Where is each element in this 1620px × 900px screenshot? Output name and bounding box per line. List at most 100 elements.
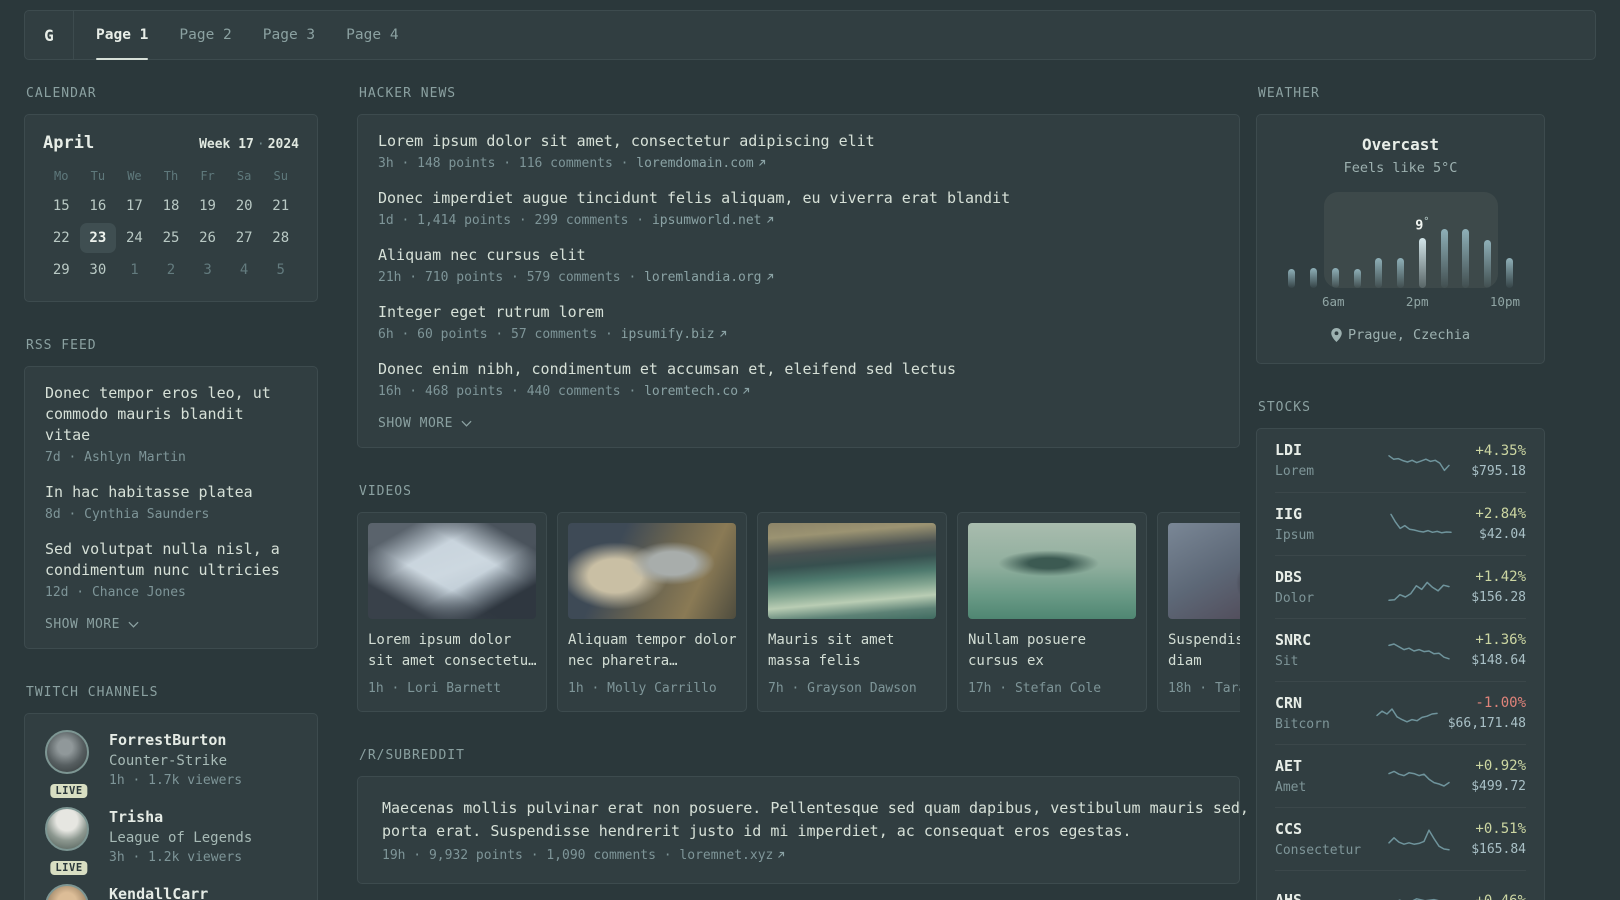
stocks-card: LDI Lorem +4.35% $795.18 IIG Ipsum +2.84% $42.0… bbox=[1256, 428, 1545, 900]
rss-item-title[interactable]: Donec tempor eros leo, ut commodo mauris … bbox=[45, 383, 297, 446]
weather-axis-label: 6am bbox=[1321, 294, 1345, 309]
stock-row-crn[interactable]: CRN Bitcorn -1.00% $66,171.48 bbox=[1275, 681, 1526, 744]
weather-bar-column: 9° bbox=[1411, 192, 1433, 288]
rss-item[interactable]: In hac habitasse platea 8d · Cynthia Saun… bbox=[45, 482, 297, 523]
calendar-day: 16 bbox=[89, 198, 107, 214]
subreddit-post-line: Maecenas mollis pulvinar erat non posuer… bbox=[382, 799, 1249, 817]
stock-row-aet[interactable]: AET Amet +0.92% $499.72 bbox=[1275, 744, 1526, 807]
twitch-channel-row[interactable]: LIVE ForrestBurton Counter-Strike 1h · 1.7k… bbox=[45, 730, 297, 798]
twitch-channel-name[interactable]: ForrestBurton bbox=[109, 730, 242, 751]
app-logo[interactable]: G bbox=[25, 11, 73, 59]
hackernews-item-title[interactable]: Aliquam nec cursus elit bbox=[378, 245, 1219, 266]
rss-item[interactable]: Sed volutpat nulla nisl, a condimentum nu… bbox=[45, 539, 297, 601]
hackernews-item[interactable]: Integer eget rutrum lorem 6h · 60 points … bbox=[378, 302, 1219, 343]
rss-item[interactable]: Donec tempor eros leo, ut commodo mauris … bbox=[45, 383, 297, 466]
video-title[interactable]: Suspendisse diam bbox=[1168, 630, 1240, 672]
twitch-channel-row[interactable]: LIVE KendallCarr bbox=[45, 884, 297, 900]
external-link-icon bbox=[776, 850, 786, 860]
calendar-day: 21 bbox=[272, 198, 290, 214]
video-title[interactable]: Lorem ipsum dolor sit amet consectetu… bbox=[368, 630, 537, 672]
rss-section-title: RSS FEED bbox=[26, 338, 97, 353]
twitch-channel-game: Counter-Strike bbox=[109, 753, 228, 769]
rss-item-title-line: commodo mauris blandit vitae bbox=[45, 405, 244, 444]
rss-item-title[interactable]: Sed volutpat nulla nisl, a condimentum nu… bbox=[45, 539, 297, 581]
hackernews-item-link[interactable]: loremdomain.com bbox=[636, 156, 753, 171]
hackernews-item-title[interactable]: Lorem ipsum dolor sit amet, consectetur … bbox=[378, 131, 1219, 152]
subreddit-section-title: /R/SUBREDDIT bbox=[359, 748, 465, 763]
video-card[interactable]: Nullam posuere cursus ex 17h · Stefan Cole bbox=[957, 512, 1147, 712]
rss-show-more-label: SHOW MORE bbox=[45, 617, 120, 632]
stock-values: -1.00% $66,171.48 bbox=[1448, 694, 1526, 732]
twitch-channel-info: KendallCarr bbox=[109, 884, 208, 900]
video-title[interactable]: Mauris sit amet massa felis bbox=[768, 630, 936, 672]
video-thumbnail[interactable] bbox=[768, 523, 936, 619]
stock-price: $42.04 bbox=[1479, 527, 1526, 542]
weather-bar-column bbox=[1303, 192, 1325, 288]
twitch-channel-meta: 1h · 1.7k viewers bbox=[109, 773, 243, 788]
stock-row-snrc[interactable]: SNRC Sit +1.36% $148.64 bbox=[1275, 618, 1526, 681]
external-link-icon bbox=[718, 329, 728, 339]
nav-tab-page-4[interactable]: Page 4 bbox=[346, 11, 398, 59]
hackernews-item-link[interactable]: ipsumify.biz bbox=[621, 327, 715, 342]
stock-row-ccs[interactable]: CCS Consectetur +0.51% $165.84 bbox=[1275, 807, 1526, 870]
nav-tab-page-1[interactable]: Page 1 bbox=[96, 11, 149, 60]
twitch-channel-name[interactable]: Trisha bbox=[109, 807, 252, 828]
stock-sparkline bbox=[1367, 885, 1475, 900]
calendar-day: 29 bbox=[52, 262, 70, 278]
hackernews-item[interactable]: Aliquam nec cursus elit 21h · 710 points … bbox=[378, 245, 1219, 286]
weather-bar bbox=[1418, 238, 1426, 288]
subreddit-post-title[interactable]: Maecenas mollis pulvinar erat non posuer… bbox=[382, 797, 1249, 843]
calendar-section: CALENDAR April Week 17 · 2024 Mo Tu We Th Fr Sa… bbox=[24, 86, 318, 302]
calendar-day: 4 bbox=[239, 262, 249, 278]
stock-row-dbs[interactable]: DBS Dolor +1.42% $156.28 bbox=[1275, 555, 1526, 618]
rss-item-title[interactable]: In hac habitasse platea bbox=[45, 482, 297, 503]
stock-row-iig[interactable]: IIG Ipsum +2.84% $42.04 bbox=[1275, 492, 1526, 555]
video-thumbnail[interactable] bbox=[368, 523, 536, 619]
hackernews-item-title[interactable]: Integer eget rutrum lorem bbox=[378, 302, 1219, 323]
calendar-year: 2024 bbox=[267, 137, 299, 152]
video-card[interactable]: Aliquam tempor dolor nec pharetra… 1h · Mo… bbox=[557, 512, 747, 712]
video-card[interactable]: Mauris sit amet massa felis 7h · Grayson D… bbox=[757, 512, 947, 712]
nav-tab-page-3[interactable]: Page 3 bbox=[263, 11, 315, 59]
hackernews-item-title[interactable]: Donec imperdiet augue tincidunt felis al… bbox=[378, 188, 1219, 209]
weather-axis-label bbox=[1429, 294, 1449, 311]
video-thumbnail[interactable] bbox=[568, 523, 736, 619]
videos-row: Lorem ipsum dolor sit amet consectetu… 1h … bbox=[357, 512, 1240, 712]
stock-sparkline bbox=[1367, 633, 1471, 667]
rss-item-meta-text: 7d · Ashlyn Martin bbox=[45, 450, 186, 465]
stock-price: $66,171.48 bbox=[1447, 716, 1526, 731]
hackernews-item-title[interactable]: Donec enim nibh, condimentum et accumsan… bbox=[378, 359, 1219, 380]
video-title[interactable]: Nullam posuere cursus ex bbox=[968, 630, 1136, 672]
weather-location-row: Prague, Czechia bbox=[1275, 327, 1526, 343]
rss-card: Donec tempor eros leo, ut commodo mauris … bbox=[24, 366, 318, 649]
calendar-week-label: Week 17 bbox=[199, 137, 254, 152]
weather-section: WEATHER Overcast Feels like 5°C 9° 6am 2p… bbox=[1256, 86, 1545, 364]
stock-values: +2.84% $42.04 bbox=[1475, 505, 1526, 543]
twitch-section-title: TWITCH CHANNELS bbox=[26, 685, 159, 700]
video-title-line: Nullam posuere bbox=[968, 632, 1087, 648]
hackernews-item[interactable]: Donec imperdiet augue tincidunt felis al… bbox=[378, 188, 1219, 229]
twitch-channel-name[interactable]: KendallCarr bbox=[109, 884, 208, 900]
rss-show-more-button[interactable]: SHOW MORE bbox=[45, 617, 297, 632]
video-card[interactable]: Suspendisse diam 18h · Tara bbox=[1157, 512, 1240, 712]
video-card[interactable]: Lorem ipsum dolor sit amet consectetu… 1h … bbox=[357, 512, 547, 712]
hackernews-item-link[interactable]: loremtech.co bbox=[644, 384, 738, 399]
stock-row-ahs[interactable]: AHS +0.46% bbox=[1275, 870, 1526, 900]
subreddit-post-link[interactable]: loremnet.xyz bbox=[679, 848, 773, 863]
hackernews-item[interactable]: Lorem ipsum dolor sit amet, consectetur … bbox=[378, 131, 1219, 172]
hackernews-item[interactable]: Donec enim nibh, condimentum et accumsan… bbox=[378, 359, 1219, 400]
hackernews-item-link[interactable]: loremlandia.org bbox=[644, 270, 761, 285]
stock-row-ldi[interactable]: LDI Lorem +4.35% $795.18 bbox=[1275, 429, 1526, 492]
weather-section-title: WEATHER bbox=[1258, 86, 1320, 101]
hackernews-show-more-button[interactable]: SHOW MORE bbox=[378, 416, 1219, 431]
calendar-weekday: Su bbox=[273, 169, 288, 183]
video-title[interactable]: Aliquam tempor dolor nec pharetra… bbox=[568, 630, 737, 672]
calendar-day: 18 bbox=[162, 198, 180, 214]
calendar-day-grid: 15 16 17 18 19 20 21 22 23 24 25 26 27 28 29 30 1 2 3 4 5 bbox=[43, 191, 299, 285]
nav-tab-page-2[interactable]: Page 2 bbox=[179, 11, 231, 59]
video-thumbnail[interactable] bbox=[1168, 523, 1240, 619]
external-link-icon bbox=[757, 158, 767, 168]
hackernews-item-link[interactable]: ipsumworld.net bbox=[652, 213, 762, 228]
twitch-channel-row[interactable]: LIVE Trisha League of Legends 3h · 1.2k vie… bbox=[45, 807, 297, 875]
video-thumbnail[interactable] bbox=[968, 523, 1136, 619]
